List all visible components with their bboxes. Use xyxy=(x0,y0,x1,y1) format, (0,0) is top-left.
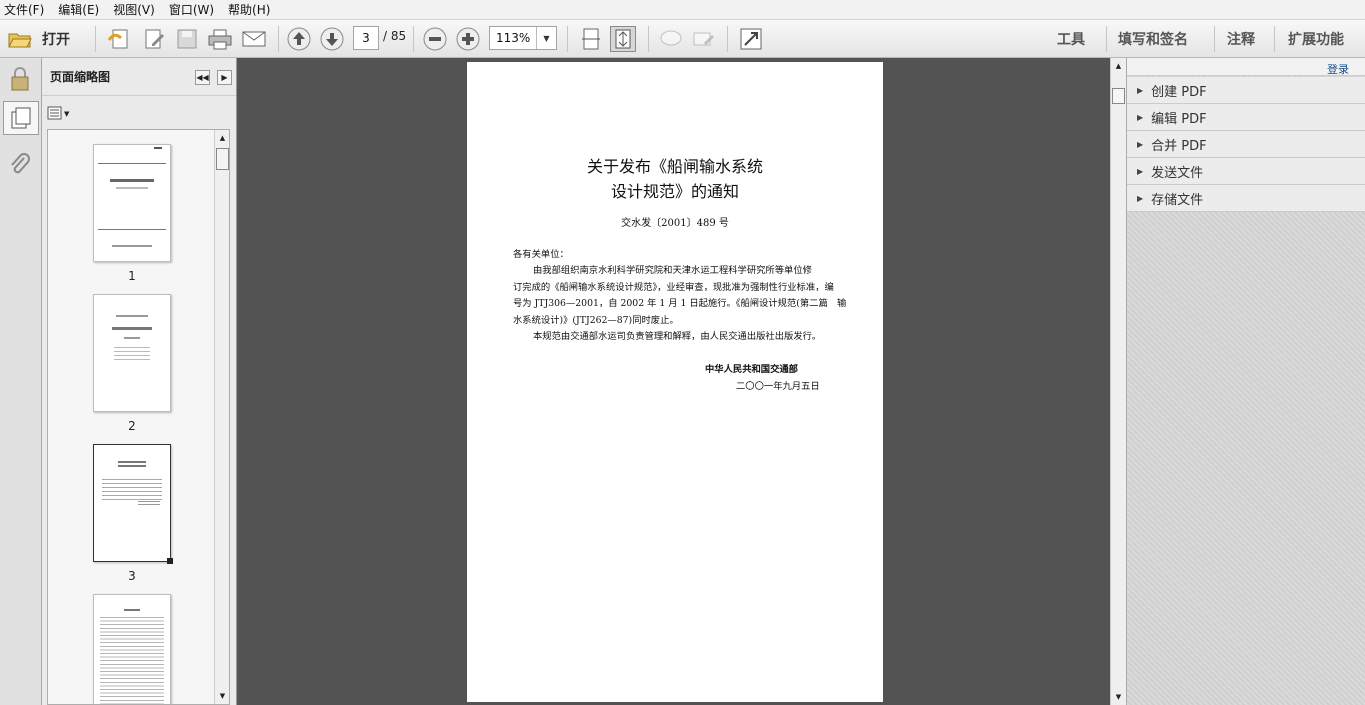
expand-triangle-icon: ▶ xyxy=(1137,112,1144,122)
document-title-line-1: 关于发布《船闸输水系统 xyxy=(586,157,763,176)
tools-button[interactable]: 工具 xyxy=(1057,29,1085,49)
chevron-down-icon: ▼ xyxy=(536,27,556,49)
body-line-5: 本规范由交通部水运司负责管理和解释，由人民交通出版社出版发行。 xyxy=(533,331,822,342)
menu-edit[interactable]: 编辑(E) xyxy=(58,1,99,18)
zoom-out-icon[interactable] xyxy=(423,27,447,51)
scroll-up-icon[interactable]: ▲ xyxy=(1111,58,1126,74)
document-title-line-2: 设计规范》的通知 xyxy=(610,182,739,201)
scrollbar-thumb[interactable] xyxy=(216,148,229,170)
previous-page-icon[interactable] xyxy=(287,27,311,51)
thumbnail-number: 2 xyxy=(128,419,136,433)
menu-window[interactable]: 窗口(W) xyxy=(169,1,214,18)
zoom-select[interactable]: 113% ▼ xyxy=(489,26,557,50)
scroll-down-icon[interactable]: ▼ xyxy=(215,688,229,704)
zoom-in-icon[interactable] xyxy=(456,27,480,51)
page-number-input[interactable]: 3 xyxy=(353,26,379,50)
edit-pdf-item[interactable]: ▶ 编辑 PDF xyxy=(1127,104,1365,131)
thumbnail-options-button[interactable]: ▼ xyxy=(47,105,73,123)
chevron-down-icon: ▼ xyxy=(64,110,70,118)
body-line-1: 由我部组织南京水利科学研究院和天津水运工程科学研究所等单位修 xyxy=(533,265,812,276)
send-file-label: 发送文件 xyxy=(1151,165,1204,181)
thumbnail-number: 1 xyxy=(128,269,136,283)
edit-document-icon[interactable] xyxy=(141,27,167,51)
comment-button[interactable]: 注释 xyxy=(1227,29,1255,49)
full-screen-icon[interactable] xyxy=(738,26,764,52)
expand-triangle-icon: ▶ xyxy=(1137,85,1144,95)
collapse-pane-icon[interactable]: ◀◀ xyxy=(195,70,210,85)
create-pdf-icon[interactable] xyxy=(106,27,132,51)
open-label: 打开 xyxy=(42,32,70,48)
issuer: 中华人民共和国交通部 xyxy=(705,364,798,375)
page-thumbnails-icon[interactable] xyxy=(3,101,39,135)
document-number: 交水发〔2001〕489 号 xyxy=(621,218,729,229)
expand-pane-icon[interactable]: ▶ xyxy=(217,70,232,85)
comment-icon[interactable] xyxy=(658,27,684,51)
menu-view[interactable]: 视图(V) xyxy=(113,1,155,18)
email-icon[interactable] xyxy=(240,27,268,51)
toolbar: 打开 3 / 85 113% ▼ 工具 填写和签名 注释 扩展功能 xyxy=(0,20,1365,58)
thumbnails-pane: 页面缩略图 ◀◀ ▶ ▼ 1 2 3 ▲ ▼ xyxy=(42,58,240,705)
menu-file[interactable]: 文件(F) xyxy=(4,1,44,18)
navigation-strip xyxy=(0,58,42,705)
thumbnail-scrollbar[interactable]: ▲ ▼ xyxy=(214,130,229,704)
issue-date: 二〇〇一年九月五日 xyxy=(736,381,820,392)
salutation: 各有关单位： xyxy=(513,249,569,260)
menu-bar: 文件(F) 编辑(E) 视图(V) 窗口(W) 帮助(H) xyxy=(0,0,1365,20)
store-file-label: 存储文件 xyxy=(1151,192,1204,208)
thumbnails-title: 页面缩略图 xyxy=(50,70,111,84)
folder-icon xyxy=(8,29,32,49)
fit-page-icon[interactable] xyxy=(610,26,636,52)
login-link[interactable]: 登录 xyxy=(1327,61,1349,77)
scroll-down-icon[interactable]: ▼ xyxy=(1111,689,1126,705)
scroll-up-icon[interactable]: ▲ xyxy=(215,130,229,146)
save-icon[interactable] xyxy=(174,27,200,51)
create-pdf-item[interactable]: ▶ 创建 PDF xyxy=(1127,77,1365,104)
merge-pdf-label: 合并 PDF xyxy=(1151,138,1207,154)
create-pdf-label: 创建 PDF xyxy=(1151,84,1207,100)
document-view: 关于发布《船闸输水系统 设计规范》的通知 交水发〔2001〕489 号 各有关单… xyxy=(237,58,1126,705)
thumbnail-number: 3 xyxy=(128,569,136,583)
scrollbar-thumb[interactable] xyxy=(1112,88,1125,104)
fit-width-icon[interactable] xyxy=(578,27,604,51)
thumbnail-page-3[interactable] xyxy=(93,444,173,564)
zoom-value: 113% xyxy=(496,31,531,45)
expand-triangle-icon: ▶ xyxy=(1137,193,1144,203)
print-icon[interactable] xyxy=(206,27,234,51)
next-page-icon[interactable] xyxy=(320,27,344,51)
send-file-item[interactable]: ▶ 发送文件 xyxy=(1127,158,1365,185)
thumbnail-list: 1 2 3 ▲ ▼ xyxy=(47,129,230,705)
merge-pdf-item[interactable]: ▶ 合并 PDF xyxy=(1127,131,1365,158)
thumbnail-page-2[interactable] xyxy=(93,294,171,412)
expand-triangle-icon: ▶ xyxy=(1137,166,1144,176)
expand-triangle-icon: ▶ xyxy=(1137,139,1144,149)
highlight-icon[interactable] xyxy=(691,27,717,51)
document-scrollbar[interactable]: ▲ ▼ xyxy=(1110,58,1126,705)
body-line-3: 号为 JTJ306—2001，自 2002 年 1 月 1 日起施行。《船闸设计… xyxy=(513,298,847,309)
thumbnails-header: 页面缩略图 ◀◀ ▶ xyxy=(42,58,236,96)
body-line-2: 订完成的《船闸输水系统设计规范》，业经审查，现批准为强制性行业标准，编 xyxy=(513,282,834,293)
list-options-icon xyxy=(47,106,63,123)
page-total: / 85 xyxy=(383,29,407,43)
lock-icon[interactable] xyxy=(8,66,32,95)
store-file-item[interactable]: ▶ 存储文件 xyxy=(1127,185,1365,212)
menu-help[interactable]: 帮助(H) xyxy=(228,1,270,18)
extended-features-button[interactable]: 扩展功能 xyxy=(1288,29,1344,49)
thumbnail-page-4[interactable] xyxy=(93,594,171,704)
document-page: 关于发布《船闸输水系统 设计规范》的通知 交水发〔2001〕489 号 各有关单… xyxy=(467,62,883,702)
open-button[interactable]: 打开 xyxy=(8,27,70,51)
tasks-pane: 登录 ▶ 创建 PDF ▶ 编辑 PDF ▶ 合并 PDF ▶ 发送文件 ▶ 存储文件 xyxy=(1126,58,1365,705)
edit-pdf-label: 编辑 PDF xyxy=(1151,111,1207,127)
body-line-4: 水系统设计)》(JTJ262—87)同时废止。 xyxy=(513,315,679,326)
attachment-icon[interactable] xyxy=(8,152,32,181)
thumbnail-page-1[interactable] xyxy=(93,144,171,262)
fill-sign-button[interactable]: 填写和签名 xyxy=(1118,29,1188,49)
